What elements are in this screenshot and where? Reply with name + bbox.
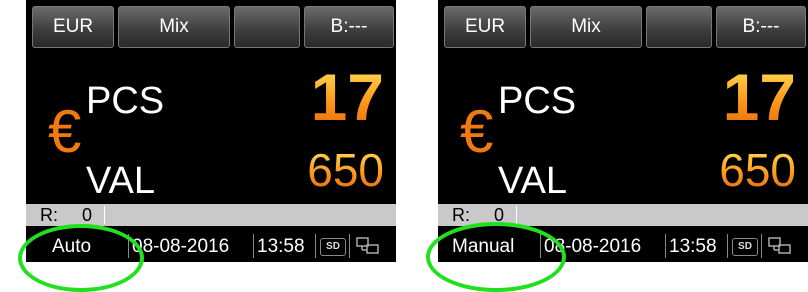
euro-symbol-icon: € [48,98,82,165]
tab-empty[interactable] [646,6,712,48]
network-icon [768,237,791,254]
divider [761,234,762,258]
pcs-value: 17 [310,60,384,134]
reject-bar: R: 0 [26,204,396,226]
divider [315,234,316,258]
tab-mix-mode[interactable]: Mix [530,6,642,48]
time-display: 13:58 [257,236,305,257]
count-display: € PCS 17 VAL 650 [26,52,396,202]
divider [349,234,350,258]
network-icon [356,237,379,254]
val-value: 650 [719,144,796,196]
tab-empty[interactable] [234,6,300,48]
tab-mix-mode[interactable]: Mix [118,6,230,48]
tab-currency[interactable]: EUR [444,6,526,48]
sd-card-icon: SD [320,238,346,256]
reject-label: R: [40,205,58,225]
highlight-ring-manual [426,222,566,292]
euro-symbol-icon: € [460,98,494,165]
pcs-label: PCS [86,80,165,122]
divider [665,234,666,258]
val-value: 650 [307,144,384,196]
tab-batch[interactable]: B:--- [304,6,394,48]
highlight-ring-auto [18,224,144,292]
reject-count: 0 [82,205,93,225]
time-display: 13:58 [669,236,717,257]
date-display: 08-08-2016 [132,236,230,257]
val-label: VAL [498,160,568,202]
divider [253,234,254,258]
divider [516,206,517,224]
pcs-label: PCS [498,80,577,122]
device-screen-auto: EUR Mix B:--- € PCS 17 VAL 650 R: 0 Auto… [26,0,396,262]
top-tab-bar: EUR Mix B:--- [438,0,808,52]
sd-card-icon: SD [732,238,758,256]
count-display: € PCS 17 VAL 650 [438,52,808,202]
top-tab-bar: EUR Mix B:--- [26,0,396,52]
divider [727,234,728,258]
reject-label: R: [452,205,470,225]
tab-currency[interactable]: EUR [32,6,114,48]
pcs-value: 17 [722,60,796,134]
divider [104,206,105,224]
tab-batch[interactable]: B:--- [716,6,806,48]
val-label: VAL [86,160,156,202]
